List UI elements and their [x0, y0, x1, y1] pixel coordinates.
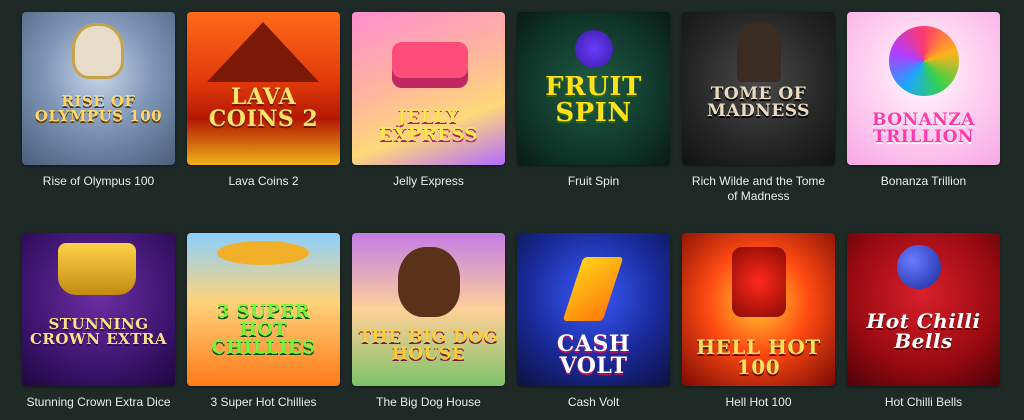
clover-icon	[889, 26, 959, 96]
game-title[interactable]: Cash Volt	[517, 395, 670, 410]
game-title[interactable]: 3 Super Hot Chillies	[187, 395, 340, 410]
sombrero-icon	[217, 241, 309, 265]
game-thumbnail[interactable]: STUNNING CROWN EXTRA	[22, 233, 175, 386]
game-tile-cash-volt[interactable]: CASH VOLT Cash Volt	[517, 233, 670, 410]
game-logo: RISE OF OLYMPUS 100	[34, 92, 163, 125]
game-tile-fruit-spin[interactable]: FRUIT SPIN Fruit Spin	[517, 12, 670, 189]
fruit-icon	[575, 30, 613, 68]
volcano-icon	[207, 22, 319, 82]
game-thumbnail[interactable]: JELLY EXPRESS	[352, 12, 505, 165]
dog-icon	[398, 247, 460, 317]
game-tile-hell-hot-100[interactable]: HELL HOT 100 Hell Hot 100	[682, 233, 835, 410]
game-tile-stunning-crown-extra-dice[interactable]: STUNNING CROWN EXTRA Stunning Crown Extr…	[22, 233, 175, 410]
explorer-figure-icon	[737, 22, 781, 82]
game-thumbnail[interactable]: CASH VOLT	[517, 233, 670, 386]
game-logo: 3 SUPER HOT CHILLIES	[211, 301, 316, 358]
game-title[interactable]: Jelly Express	[352, 174, 505, 189]
game-logo: LAVA COINS 2	[208, 84, 319, 132]
grapes-icon	[897, 245, 941, 289]
game-logo: FRUIT SPIN	[545, 72, 642, 128]
game-logo: CASH VOLT	[556, 331, 631, 379]
game-logo: Hot Chilli Bells	[866, 309, 981, 353]
game-tile-rise-of-olympus-100[interactable]: RISE OF OLYMPUS 100 Rise of Olympus 100	[22, 12, 175, 189]
game-title[interactable]: Rise of Olympus 100	[22, 174, 175, 189]
game-tile-bonanza-trillion[interactable]: BONANZA TRILLION Bonanza Trillion	[847, 12, 1000, 189]
game-thumbnail[interactable]: 3 SUPER HOT CHILLIES	[187, 233, 340, 386]
game-thumbnail[interactable]: HELL HOT 100	[682, 233, 835, 386]
game-tile-lava-coins-2[interactable]: LAVA COINS 2 Lava Coins 2	[187, 12, 340, 189]
game-thumbnail[interactable]: TOME OF MADNESS	[682, 12, 835, 165]
game-title[interactable]: The Big Dog House	[352, 395, 505, 410]
game-logo: BONANZA TRILLION	[872, 110, 975, 147]
game-title[interactable]: Hell Hot 100	[682, 395, 835, 410]
game-logo: HELL HOT 100	[696, 335, 821, 379]
game-tile-hot-chilli-bells[interactable]: Hot Chilli Bells Hot Chilli Bells	[847, 233, 1000, 410]
game-title[interactable]: Lava Coins 2	[187, 174, 340, 189]
game-thumbnail[interactable]: Hot Chilli Bells	[847, 233, 1000, 386]
game-tile-the-big-dog-house[interactable]: THE BIG DOG HOUSE The Big Dog House	[352, 233, 505, 410]
crown-icon	[58, 243, 136, 295]
game-tile-jelly-express[interactable]: JELLY EXPRESS Jelly Express	[352, 12, 505, 189]
game-title[interactable]: Rich Wilde and the Tome of Madness	[682, 174, 835, 204]
train-icon	[392, 42, 468, 88]
game-title[interactable]: Fruit Spin	[517, 174, 670, 189]
game-logo: TOME OF MADNESS	[707, 84, 810, 121]
game-logo: THE BIG DOG HOUSE	[358, 327, 499, 364]
game-tile-tome-of-madness[interactable]: TOME OF MADNESS Rich Wilde and the Tome …	[682, 12, 835, 204]
game-title[interactable]: Stunning Crown Extra Dice	[22, 395, 175, 410]
game-thumbnail[interactable]: THE BIG DOG HOUSE	[352, 233, 505, 386]
game-title[interactable]: Hot Chilli Bells	[847, 395, 1000, 410]
game-logo: STUNNING CROWN EXTRA	[29, 315, 168, 348]
game-thumbnail[interactable]: RISE OF OLYMPUS 100	[22, 12, 175, 165]
game-grid: RISE OF OLYMPUS 100 Rise of Olympus 100 …	[0, 0, 1024, 420]
lucky-seven-icon	[732, 247, 786, 317]
game-title[interactable]: Bonanza Trillion	[847, 174, 1000, 189]
game-tile-3-super-hot-chillies[interactable]: 3 SUPER HOT CHILLIES 3 Super Hot Chillie…	[187, 233, 340, 410]
game-thumbnail[interactable]: BONANZA TRILLION	[847, 12, 1000, 165]
game-thumbnail[interactable]: FRUIT SPIN	[517, 12, 670, 165]
zeus-figure-icon	[75, 26, 121, 76]
game-logo: JELLY EXPRESS	[378, 106, 478, 145]
game-thumbnail[interactable]: LAVA COINS 2	[187, 12, 340, 165]
